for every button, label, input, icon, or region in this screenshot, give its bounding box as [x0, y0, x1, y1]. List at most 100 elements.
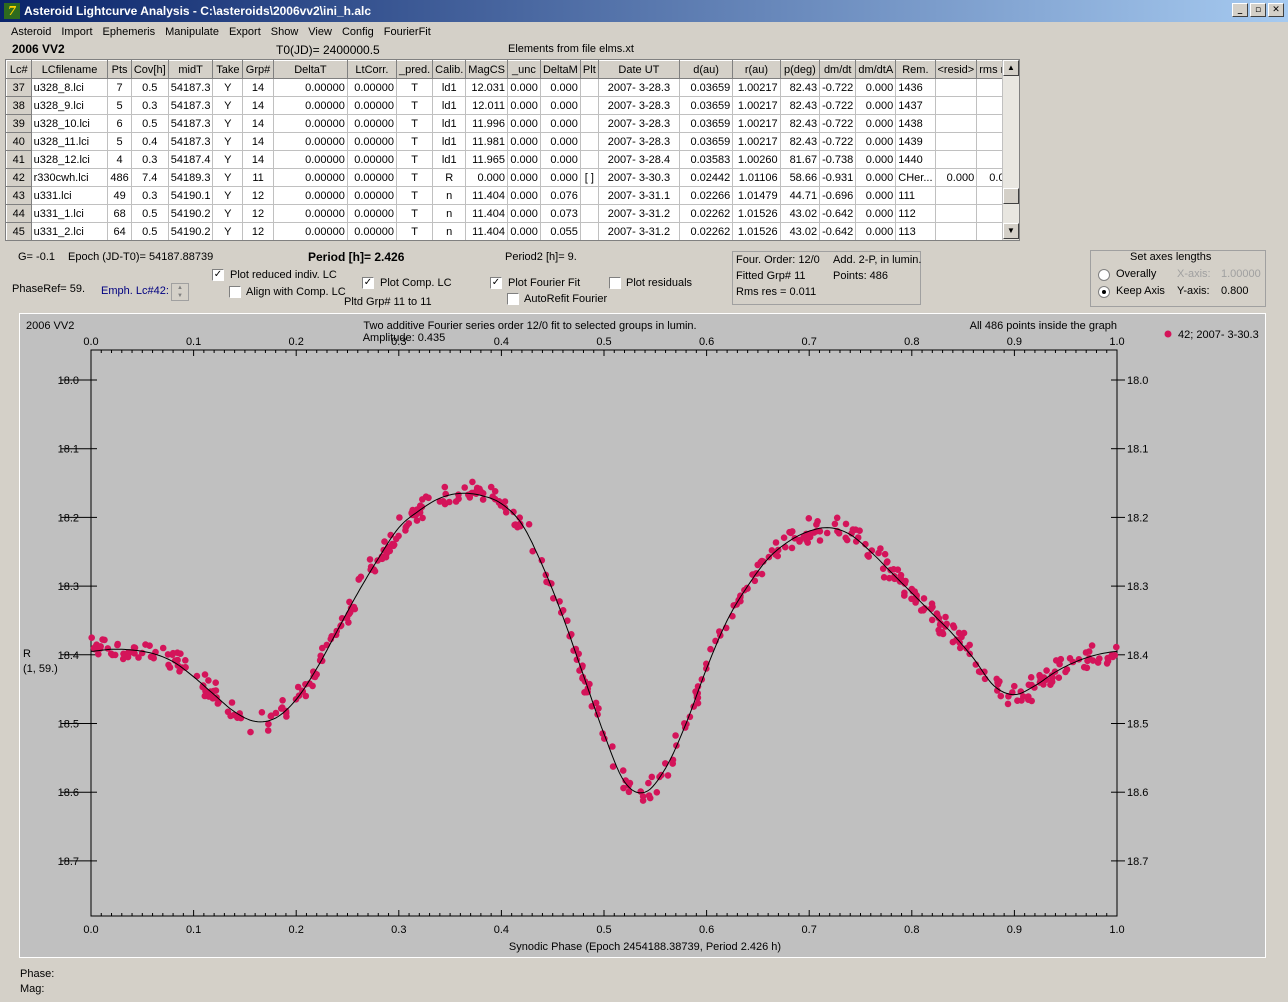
table-cell[interactable]: -0.722 — [819, 114, 857, 133]
minimize-button[interactable]: _ — [1232, 3, 1248, 17]
table-cell[interactable]: 2007- 3-28.3 — [598, 132, 680, 151]
table-cell[interactable]: 0.03659 — [679, 78, 734, 97]
table-cell[interactable]: 1.00217 — [732, 78, 781, 97]
table-cell[interactable]: 6 — [107, 114, 132, 133]
keep-axis-radio[interactable] — [1098, 286, 1110, 298]
table-cell[interactable]: 54187.3 — [168, 114, 214, 133]
table-cell[interactable]: 12.031 — [465, 78, 508, 97]
table-cell[interactable]: 14 — [242, 150, 274, 169]
menu-ephemeris[interactable]: Ephemeris — [98, 26, 161, 38]
column-header[interactable]: LtCorr. — [346, 60, 397, 79]
table-cell[interactable]: 1.01526 — [732, 222, 781, 240]
table-cell[interactable]: 0.4 — [131, 132, 169, 151]
column-header[interactable]: DeltaT — [272, 60, 348, 79]
table-cell[interactable]: u328_12.lci — [31, 150, 109, 169]
table-cell[interactable]: 4 — [107, 150, 132, 169]
table-cell[interactable]: 0.00000 — [347, 150, 397, 169]
table-cell[interactable]: 0.000 — [507, 132, 541, 151]
table-cell[interactable] — [580, 186, 599, 205]
table-cell[interactable]: -0.696 — [819, 186, 857, 205]
table-row[interactable]: 37 u328_8.lci 7 0.5 54187.3 Y 14 0.00000 0.00000… — [6, 78, 1019, 97]
table-cell[interactable]: 2007- 3-31.2 — [598, 222, 680, 240]
table-cell[interactable]: 0.5 — [131, 78, 169, 97]
table-cell[interactable]: ld1 — [432, 132, 467, 151]
menu-asteroid[interactable]: Asteroid — [6, 26, 56, 38]
table-cell[interactable] — [580, 78, 599, 97]
table-cell[interactable]: 0.000 — [507, 186, 541, 205]
table-row[interactable]: 44 u331_1.lci 68 0.5 54190.2 Y 12 0.00000 0.0000… — [6, 204, 1019, 223]
table-cell[interactable]: 0.03659 — [679, 132, 734, 151]
table-cell[interactable]: 0.3 — [131, 96, 169, 115]
table-cell[interactable]: 0.00000 — [347, 132, 397, 151]
table-cell[interactable]: 0.00000 — [347, 186, 397, 205]
table-cell[interactable] — [935, 150, 978, 169]
table-cell[interactable]: 0.000 — [855, 96, 897, 115]
table-cell[interactable]: Y — [212, 150, 244, 169]
column-header[interactable]: Calib. — [432, 60, 467, 79]
table-cell[interactable]: 82.43 — [780, 114, 821, 133]
table-cell[interactable]: 43.02 — [780, 204, 821, 223]
table-cell[interactable]: ld1 — [432, 114, 467, 133]
table-cell[interactable]: 0.00000 — [347, 168, 397, 187]
column-header[interactable]: Pts — [107, 60, 132, 79]
column-header[interactable]: LCfilename — [30, 60, 109, 79]
table-cell[interactable]: 0.000 — [507, 222, 541, 240]
table-cell[interactable]: n — [432, 222, 467, 240]
table-cell[interactable]: 0.000 — [540, 114, 581, 133]
spin-down-icon[interactable]: ▼ — [172, 292, 188, 300]
table-cell[interactable]: 0.000 — [935, 168, 978, 187]
column-header[interactable]: Rem. — [895, 60, 936, 79]
table-cell[interactable]: u328_11.lci — [31, 132, 109, 151]
table-row[interactable]: 38 u328_9.lci 5 0.3 54187.3 Y 14 0.00000 0.00000… — [6, 96, 1019, 115]
table-row[interactable]: 43 u331.lci 49 0.3 54190.1 Y 12 0.00000 0.00000 T… — [6, 186, 1019, 205]
table-cell[interactable]: 0.000 — [855, 78, 897, 97]
table-cell[interactable]: 1.00217 — [732, 96, 781, 115]
table-cell[interactable]: 0.000 — [855, 204, 897, 223]
table-cell[interactable]: 11.981 — [465, 132, 508, 151]
column-header[interactable]: <resid> — [934, 60, 978, 79]
table-row[interactable]: 40 u328_11.lci 5 0.4 54187.3 Y 14 0.00000 0.0000… — [6, 132, 1019, 151]
table-cell[interactable]: 0.000 — [540, 132, 581, 151]
maximize-button[interactable]: ▫ — [1250, 3, 1266, 17]
table-cell[interactable]: 14 — [242, 114, 274, 133]
column-header[interactable]: DeltaM — [539, 60, 581, 79]
table-cell[interactable]: 0.000 — [507, 114, 541, 133]
table-cell[interactable]: 1.01526 — [732, 204, 781, 223]
table-cell[interactable]: 5 — [107, 132, 132, 151]
table-cell[interactable]: Y — [212, 186, 244, 205]
table-cell[interactable]: 0.055 — [540, 222, 581, 240]
table-cell[interactable]: 0.5 — [131, 204, 169, 223]
scroll-thumb[interactable] — [1003, 188, 1019, 204]
table-cell[interactable]: 14 — [242, 96, 274, 115]
table-cell[interactable]: 1440 — [895, 150, 936, 169]
table-cell[interactable] — [935, 186, 978, 205]
table-cell[interactable]: 0.00000 — [347, 78, 397, 97]
table-cell[interactable]: 11.404 — [465, 204, 508, 223]
table-cell[interactable]: 2007- 3-31.1 — [598, 186, 680, 205]
table-cell[interactable]: 2007- 3-28.3 — [598, 96, 680, 115]
table-cell[interactable]: 0.073 — [540, 204, 581, 223]
align-comp-checkbox[interactable] — [229, 286, 241, 298]
phase-ref-value[interactable]: PhaseRef= 59. — [12, 283, 85, 295]
table-cell[interactable]: ld1 — [432, 96, 467, 115]
table-cell[interactable]: 0.000 — [540, 168, 581, 187]
table-cell[interactable]: 0.00000 — [273, 186, 348, 205]
table-cell[interactable]: u328_9.lci — [31, 96, 109, 115]
table-cell[interactable]: T — [396, 168, 434, 187]
table-cell[interactable]: T — [396, 114, 434, 133]
table-cell[interactable]: 82.43 — [780, 78, 821, 97]
autorefit-checkbox[interactable] — [507, 293, 519, 305]
table-cell[interactable]: 39 — [6, 114, 32, 133]
table-cell[interactable]: 42 — [6, 168, 32, 187]
table-cell[interactable]: -0.642 — [819, 204, 857, 223]
overally-radio[interactable] — [1098, 269, 1110, 281]
table-cell[interactable]: 113 — [895, 222, 936, 240]
table-cell[interactable]: 7 — [107, 78, 132, 97]
table-cell[interactable] — [580, 222, 599, 240]
table-cell[interactable]: u328_8.lci — [31, 78, 109, 97]
table-cell[interactable] — [580, 150, 599, 169]
column-header[interactable]: MagCS — [465, 60, 508, 79]
table-cell[interactable]: 54190.1 — [168, 186, 214, 205]
table-cell[interactable]: u331.lci — [31, 186, 109, 205]
table-cell[interactable]: T — [396, 132, 434, 151]
